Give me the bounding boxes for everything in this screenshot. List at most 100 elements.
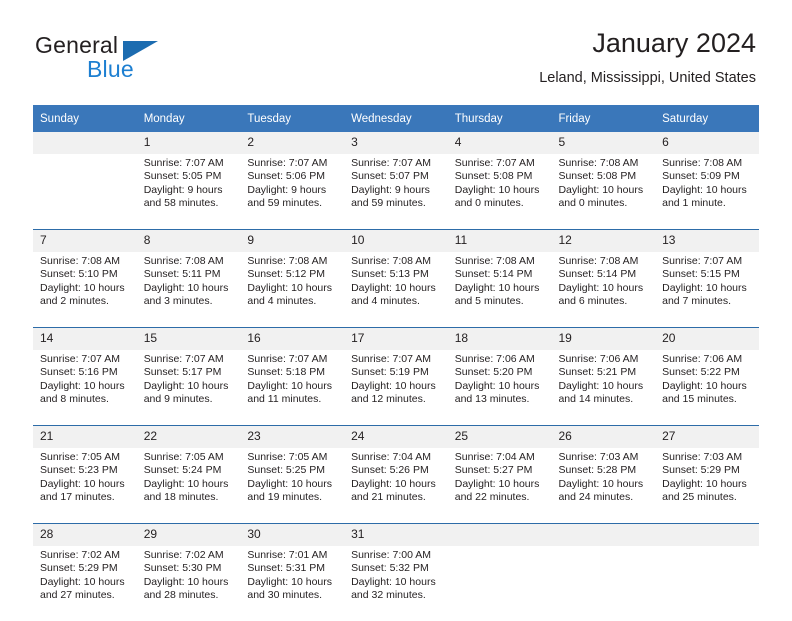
day-cell[interactable]: Sunrise: 7:02 AM Sunset: 5:30 PM Dayligh… (137, 546, 241, 621)
day-cell[interactable]: Sunrise: 7:07 AM Sunset: 5:18 PM Dayligh… (240, 350, 344, 426)
day-cell[interactable]: Sunrise: 7:07 AM Sunset: 5:15 PM Dayligh… (655, 252, 759, 328)
day-cell[interactable]: Sunrise: 7:00 AM Sunset: 5:32 PM Dayligh… (344, 546, 448, 621)
daylight-text-line2: and 28 minutes. (143, 589, 219, 602)
day-cell[interactable] (655, 546, 759, 621)
day-cell[interactable]: Sunrise: 7:05 AM Sunset: 5:24 PM Dayligh… (137, 448, 241, 524)
day-cell[interactable]: Sunrise: 7:07 AM Sunset: 5:19 PM Dayligh… (344, 350, 448, 426)
day-cell[interactable]: Sunrise: 7:02 AM Sunset: 5:29 PM Dayligh… (33, 546, 137, 621)
page-header: General Blue January 2024 Leland, Missis… (0, 0, 792, 100)
page-title: January 2024 (592, 28, 756, 58)
day-number: 18 (447, 327, 552, 350)
daylight-text-line2: and 8 minutes. (40, 393, 109, 406)
week-3-info-row: Sunrise: 7:07 AM Sunset: 5:16 PM Dayligh… (33, 350, 759, 426)
day-number: 30 (240, 523, 345, 546)
day-cell[interactable]: Sunrise: 7:08 AM Sunset: 5:14 PM Dayligh… (448, 252, 552, 328)
daylight-text-line1: Daylight: 10 hours (454, 281, 540, 294)
day-number: 22 (136, 425, 241, 448)
sunrise-text: Sunrise: 7:01 AM (247, 549, 328, 561)
day-cell[interactable]: Sunrise: 7:08 AM Sunset: 5:14 PM Dayligh… (551, 252, 655, 328)
sunrise-text: Sunrise: 7:00 AM (351, 549, 432, 561)
weekday-header-wednesday: Wednesday (344, 105, 448, 132)
daylight-text-line1: Daylight: 10 hours (247, 281, 333, 294)
weekday-header-friday: Friday (551, 105, 656, 132)
daylight-text-line1: Daylight: 10 hours (40, 379, 125, 392)
weekday-header-thursday: Thursday (447, 105, 552, 132)
day-cell[interactable] (448, 546, 552, 621)
daylight-text-line2: and 21 minutes. (351, 491, 426, 504)
week-2-info-row: Sunrise: 7:08 AM Sunset: 5:10 PM Dayligh… (33, 252, 759, 328)
day-cell[interactable]: Sunrise: 7:07 AM Sunset: 5:17 PM Dayligh… (137, 350, 241, 426)
daylight-text-line2: and 3 minutes. (143, 295, 213, 308)
sunset-text: Sunset: 5:24 PM (143, 464, 222, 477)
day-cell[interactable]: Sunrise: 7:08 AM Sunset: 5:11 PM Dayligh… (137, 252, 241, 328)
day-cell[interactable]: Sunrise: 7:07 AM Sunset: 5:07 PM Dayligh… (344, 154, 448, 230)
day-number: 27 (655, 425, 759, 448)
daylight-text-line2: and 1 minute. (662, 197, 726, 210)
sunset-text: Sunset: 5:12 PM (247, 268, 326, 281)
day-cell[interactable] (551, 546, 655, 621)
weekday-header-monday: Monday (136, 105, 241, 132)
sunrise-text: Sunrise: 7:08 AM (143, 255, 224, 267)
daylight-text-line2: and 4 minutes. (351, 295, 420, 308)
day-number: 3 (344, 132, 448, 154)
sunset-text: Sunset: 5:23 PM (40, 464, 118, 477)
sunrise-text: Sunrise: 7:08 AM (558, 157, 639, 169)
sunset-text: Sunset: 5:13 PM (351, 268, 429, 281)
day-number: 24 (344, 425, 448, 448)
day-cell[interactable]: Sunrise: 7:04 AM Sunset: 5:27 PM Dayligh… (448, 448, 552, 524)
sunrise-text: Sunrise: 7:08 AM (662, 157, 743, 169)
day-cell[interactable]: Sunrise: 7:07 AM Sunset: 5:16 PM Dayligh… (33, 350, 137, 426)
general-blue-logo[interactable]: General Blue (35, 32, 165, 84)
daylight-text-line1: Daylight: 10 hours (558, 281, 644, 294)
sunrise-text: Sunrise: 7:08 AM (351, 255, 432, 267)
day-cell[interactable]: Sunrise: 7:06 AM Sunset: 5:21 PM Dayligh… (551, 350, 655, 426)
day-cell[interactable]: Sunrise: 7:03 AM Sunset: 5:29 PM Dayligh… (655, 448, 759, 524)
daylight-text-line2: and 25 minutes. (662, 491, 737, 504)
weekday-header-tuesday: Tuesday (240, 105, 345, 132)
day-number: 12 (551, 229, 656, 252)
day-number: 23 (240, 425, 345, 448)
day-cell[interactable]: Sunrise: 7:01 AM Sunset: 5:31 PM Dayligh… (240, 546, 344, 621)
daylight-text-line2: and 7 minutes. (662, 295, 732, 308)
day-cell[interactable]: Sunrise: 7:08 AM Sunset: 5:12 PM Dayligh… (240, 252, 344, 328)
day-cell[interactable]: Sunrise: 7:05 AM Sunset: 5:23 PM Dayligh… (33, 448, 137, 524)
day-cell[interactable]: Sunrise: 7:06 AM Sunset: 5:22 PM Dayligh… (655, 350, 759, 426)
day-cell[interactable]: Sunrise: 7:03 AM Sunset: 5:28 PM Dayligh… (551, 448, 655, 524)
day-cell[interactable]: Sunrise: 7:06 AM Sunset: 5:20 PM Dayligh… (448, 350, 552, 426)
week-3-daynum-row: 14 15 16 17 18 19 20 (33, 327, 759, 350)
daylight-text-line1: Daylight: 10 hours (351, 281, 436, 294)
day-cell[interactable] (33, 154, 137, 230)
weekday-header-sunday: Sunday (33, 105, 137, 132)
day-number: 17 (344, 327, 448, 350)
sunrise-text: Sunrise: 7:04 AM (351, 451, 432, 463)
day-number: 5 (551, 132, 656, 154)
sunset-text: Sunset: 5:08 PM (454, 170, 533, 183)
sunrise-text: Sunrise: 7:03 AM (662, 451, 743, 463)
day-cell[interactable]: Sunrise: 7:05 AM Sunset: 5:25 PM Dayligh… (240, 448, 344, 524)
day-cell[interactable]: Sunrise: 7:08 AM Sunset: 5:10 PM Dayligh… (33, 252, 137, 328)
sunset-text: Sunset: 5:11 PM (143, 268, 221, 281)
daylight-text-line2: and 6 minutes. (558, 295, 628, 308)
day-number (33, 132, 137, 154)
daylight-text-line2: and 24 minutes. (558, 491, 634, 504)
day-cell[interactable]: Sunrise: 7:04 AM Sunset: 5:26 PM Dayligh… (344, 448, 448, 524)
daylight-text-line1: Daylight: 10 hours (454, 183, 540, 196)
sunset-text: Sunset: 5:28 PM (558, 464, 637, 477)
day-cell[interactable]: Sunrise: 7:08 AM Sunset: 5:08 PM Dayligh… (551, 154, 655, 230)
day-cell[interactable]: Sunrise: 7:07 AM Sunset: 5:06 PM Dayligh… (240, 154, 344, 230)
day-cell[interactable]: Sunrise: 7:07 AM Sunset: 5:05 PM Dayligh… (137, 154, 241, 230)
sunrise-text: Sunrise: 7:05 AM (143, 451, 224, 463)
sunset-text: Sunset: 5:16 PM (40, 366, 118, 379)
page-subtitle: Leland, Mississippi, United States (539, 70, 756, 86)
day-cell[interactable]: Sunrise: 7:07 AM Sunset: 5:08 PM Dayligh… (448, 154, 552, 230)
daylight-text-line2: and 17 minutes. (40, 491, 115, 504)
daylight-text-line2: and 11 minutes. (247, 393, 322, 406)
day-cell[interactable]: Sunrise: 7:08 AM Sunset: 5:13 PM Dayligh… (344, 252, 448, 328)
day-number: 26 (551, 425, 656, 448)
week-2-daynum-row: 7 8 9 10 11 12 13 (33, 229, 759, 252)
daylight-text-line1: Daylight: 10 hours (454, 477, 540, 490)
day-cell[interactable]: Sunrise: 7:08 AM Sunset: 5:09 PM Dayligh… (655, 154, 759, 230)
sunset-text: Sunset: 5:15 PM (662, 268, 740, 281)
title-block: January 2024 Leland, Mississippi, United… (539, 26, 756, 87)
day-number: 6 (655, 132, 759, 154)
